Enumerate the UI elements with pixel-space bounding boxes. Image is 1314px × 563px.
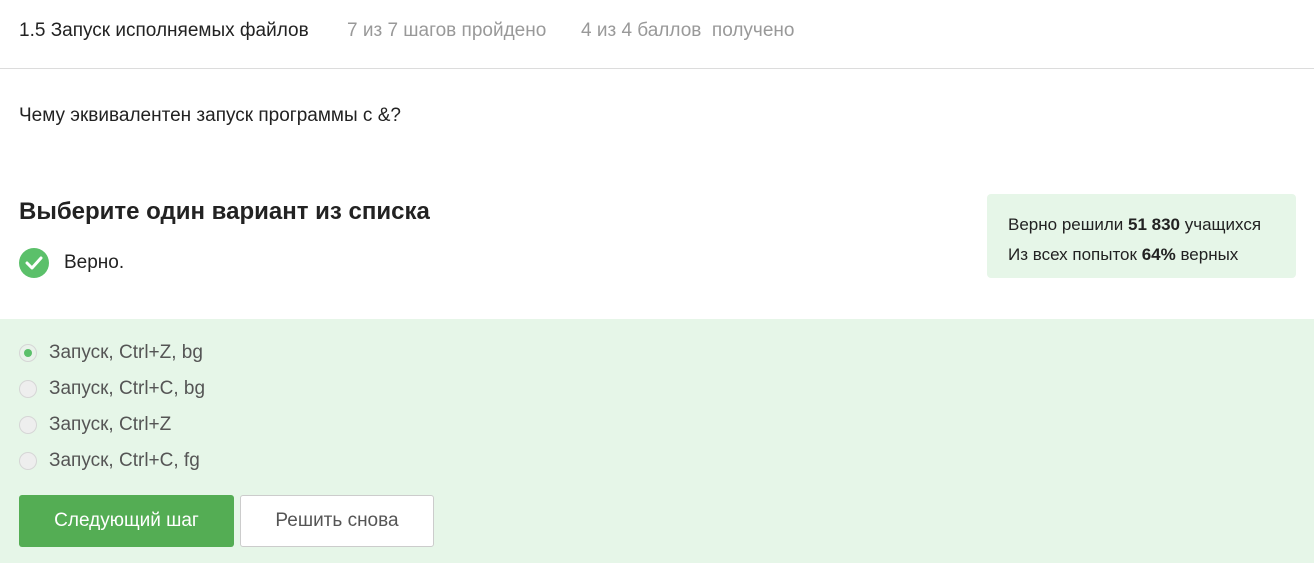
lesson-title: 1.5 Запуск исполняемых файлов <box>19 20 309 41</box>
stats-box: Верно решили 51 830 учащихся Из всех поп… <box>987 194 1296 278</box>
next-step-button[interactable]: Следующий шаг <box>19 495 234 547</box>
option-4[interactable]: Запуск, Ctrl+C, fg <box>19 449 200 473</box>
step-header: 1.5 Запуск исполняемых файлов 7 из 7 шаг… <box>0 0 1314 69</box>
question-text: Чему эквивалентен запуск программы с &? <box>19 105 401 126</box>
option-label: Запуск, Ctrl+C, bg <box>49 378 206 399</box>
points-progress: 4 из 4 баллов получено <box>581 20 795 41</box>
option-1[interactable]: Запуск, Ctrl+Z, bg <box>19 341 203 365</box>
quiz-heading: Выберите один вариант из списка <box>19 198 430 225</box>
radio-icon[interactable] <box>19 416 37 434</box>
radio-selected-icon[interactable] <box>19 344 37 362</box>
steps-progress: 7 из 7 шагов пройдено <box>347 20 547 41</box>
radio-icon[interactable] <box>19 452 37 470</box>
option-3[interactable]: Запуск, Ctrl+Z <box>19 413 171 437</box>
result-status: Верно. <box>19 248 124 278</box>
radio-icon[interactable] <box>19 380 37 398</box>
option-2[interactable]: Запуск, Ctrl+C, bg <box>19 377 205 401</box>
correct-percent: 64% <box>1141 245 1176 264</box>
solve-again-button[interactable]: Решить снова <box>240 495 434 547</box>
stats-solved-line: Верно решили 51 830 учащихся <box>1008 215 1262 234</box>
option-label: Запуск, Ctrl+Z, bg <box>49 342 203 363</box>
result-text: Верно. <box>64 252 125 273</box>
stats-attempts-line: Из всех попыток 64% верных <box>1008 245 1239 264</box>
option-label: Запуск, Ctrl+C, fg <box>49 450 200 471</box>
check-circle-icon <box>19 248 49 278</box>
solved-count: 51 830 <box>1128 215 1180 234</box>
option-label: Запуск, Ctrl+Z <box>49 414 172 435</box>
